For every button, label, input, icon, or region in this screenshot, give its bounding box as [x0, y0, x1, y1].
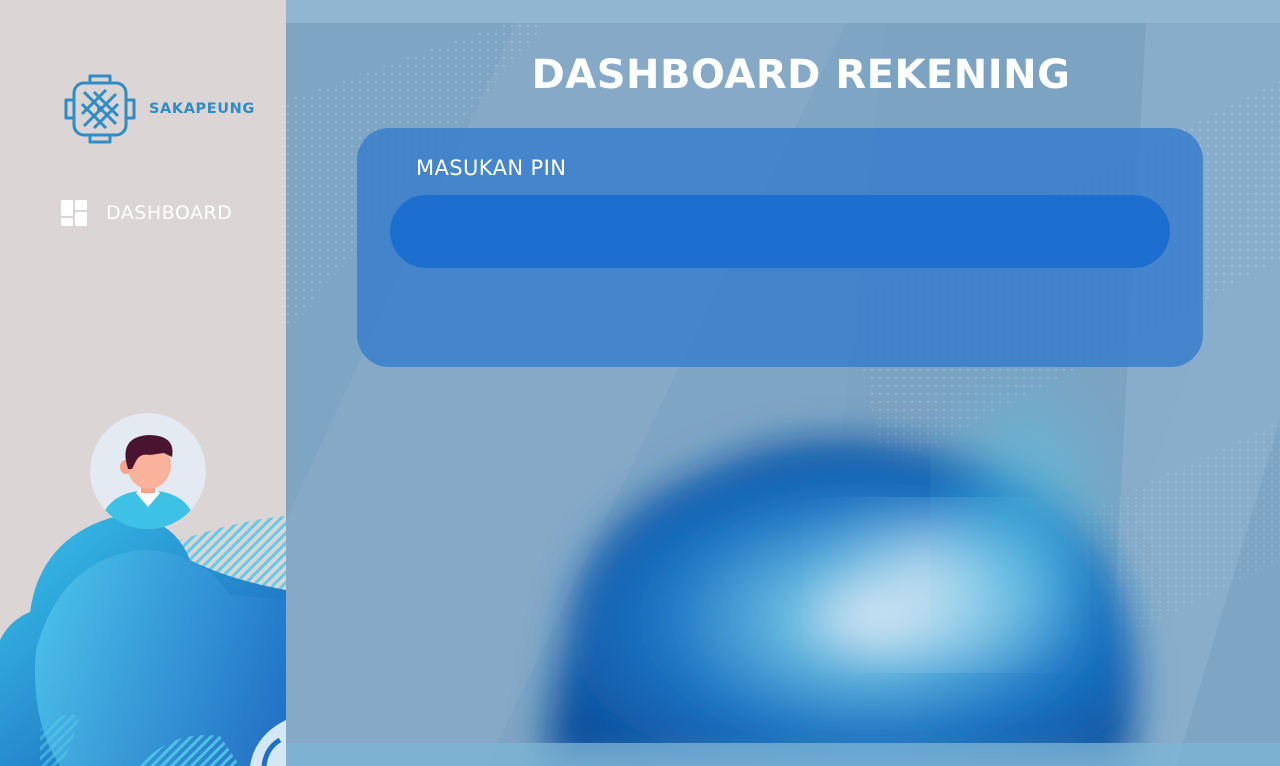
- sidebar: SAKAPEUNG DASHBOARD: [0, 0, 286, 766]
- bottom-bar: [286, 743, 1280, 766]
- top-bar: [286, 0, 1280, 23]
- user-avatar-icon: [90, 413, 206, 529]
- pin-input[interactable]: [390, 195, 1170, 268]
- sakapeung-logo-icon: [64, 74, 136, 144]
- avatar[interactable]: [90, 413, 206, 529]
- sidebar-item-label: DASHBOARD: [106, 202, 233, 224]
- brand[interactable]: SAKAPEUNG: [60, 70, 255, 148]
- brand-name: SAKAPEUNG: [149, 101, 255, 117]
- app-window: SAKAPEUNG DASHBOARD DASHBOARD REKENING M…: [0, 0, 1280, 766]
- main-content: DASHBOARD REKENING MASUKAN PIN: [286, 0, 1280, 766]
- page-title: DASHBOARD REKENING: [531, 52, 1071, 98]
- decorative-wave-shapes: [0, 516, 286, 766]
- main-background-art: [286, 23, 1280, 766]
- dashboard-grid-icon: [61, 200, 87, 226]
- sidebar-item-dashboard[interactable]: DASHBOARD: [60, 199, 232, 227]
- pin-label: MASUKAN PIN: [416, 156, 567, 180]
